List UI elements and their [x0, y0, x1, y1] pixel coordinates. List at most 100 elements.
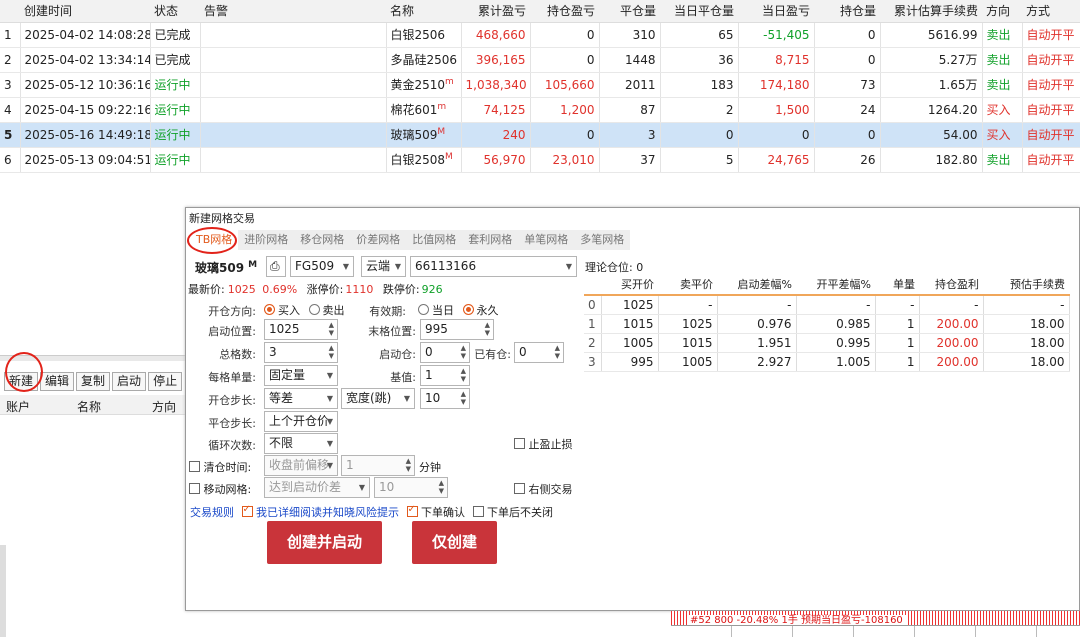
copy-button[interactable]: 复制 — [76, 372, 111, 391]
table-row[interactable]: 2 2025-04-02 13:34:14 已完成 多晶硅2506 396,165 0 14… — [0, 47, 1080, 73]
preview-row[interactable]: 1 1015 1025 0.976 0.985 1 200.00 18.00 — [584, 314, 1070, 334]
edit-button[interactable]: 编辑 — [40, 372, 75, 391]
confirm-checkbox[interactable] — [406, 504, 418, 517]
tab-move-grid[interactable]: 移仓网格 — [294, 230, 350, 250]
contract-select[interactable]: FG509 ▼ — [290, 256, 354, 277]
tab-ratio-grid[interactable]: 比值网格 — [406, 230, 462, 250]
table-row[interactable]: 4 2025-04-15 09:22:16 运行中 棉花601m 74,125 1,200… — [0, 97, 1080, 123]
cell-mode: 自动开平 — [1022, 147, 1080, 173]
start-hold-input[interactable]: 0 ▲ ▼ — [420, 342, 470, 363]
right-trade-checkbox[interactable] — [514, 483, 525, 494]
contract-mark: M — [445, 152, 453, 162]
cell-fee-text: 54.00 — [943, 127, 978, 142]
clear-value-input[interactable]: 1 ▲ ▼ — [341, 455, 415, 476]
create-start-button[interactable]: 创建并启动 — [267, 521, 382, 564]
account-select[interactable]: 66113166 ▼ — [410, 256, 577, 277]
col-pos-pnl[interactable]: 持仓盈亏 — [530, 0, 599, 23]
col-alert[interactable]: 告警 — [200, 0, 386, 23]
per-qty-select[interactable]: 固定量 ▼ — [264, 365, 338, 386]
base-input[interactable]: 1 ▲ ▼ — [420, 365, 470, 386]
cell-mode: 自动开平 — [1022, 47, 1080, 73]
preview-col-3[interactable]: 启动差幅% — [717, 273, 796, 296]
table-row[interactable]: 5 2025-05-16 14:49:18 运行中 玻璃509M 240 0 3 0 0 0 54.… — [0, 122, 1080, 148]
stop-checkbox[interactable] — [514, 438, 525, 449]
sell-radio[interactable] — [308, 304, 320, 315]
cell-create-time: 2025-05-13 09:04:51 — [20, 147, 151, 173]
preview-col-5[interactable]: 单量 — [875, 273, 919, 296]
preview-row[interactable]: 2 1005 1015 1.951 0.995 1 200.00 18.00 — [584, 333, 1070, 353]
cell-alert — [200, 47, 387, 73]
tab-single-grid[interactable]: 单笔网格 — [518, 230, 574, 250]
move-value-input[interactable]: 10 ▲ ▼ — [374, 477, 448, 498]
close-step-select[interactable]: 上个开仓价 ▼ — [264, 411, 338, 432]
col-mode[interactable]: 方式 — [1022, 0, 1080, 23]
end-pos-label: 末格位置: — [368, 325, 416, 338]
cell-pos-pnl: 0 — [530, 122, 600, 148]
preview-col-0[interactable] — [584, 273, 601, 296]
table-row[interactable]: 1 2025-04-02 14:08:28 已完成 白银2506 468,660 0 310… — [0, 22, 1080, 48]
cell-pos-pnl-text: 0 — [586, 52, 595, 67]
start-pos-input[interactable]: 1025 ▲ ▼ — [264, 319, 338, 340]
dialog-tabs: TB网格 进阶网格 移仓网格 价差网格 比值网格 套利网格 单笔网格 多笔网格 — [190, 230, 631, 250]
cell-day-pnl-text: 8,715 — [775, 52, 810, 67]
left-col-account[interactable]: 账户 — [6, 398, 30, 415]
col-day-pnl[interactable]: 当日盈亏 — [738, 0, 814, 23]
server-select[interactable]: 云端 ▼ — [361, 256, 406, 277]
tab-advanced-grid[interactable]: 进阶网格 — [238, 230, 294, 250]
loop-select[interactable]: 不限 ▼ — [264, 433, 338, 454]
tab-multi-grid[interactable]: 多笔网格 — [574, 230, 630, 250]
tab-arbitrage-grid[interactable]: 套利网格 — [462, 230, 518, 250]
move-mode-select[interactable]: 达到启动价差 ▼ — [264, 477, 370, 498]
preview-row[interactable]: 0 1025- - - - - - — [584, 295, 1070, 315]
col-direction[interactable]: 方向 — [982, 0, 1022, 23]
left-col-name[interactable]: 名称 — [77, 398, 101, 415]
preview-col-2[interactable]: 卖平价 — [658, 273, 717, 296]
tab-spread-grid[interactable]: 价差网格 — [350, 230, 406, 250]
open-step-select[interactable]: 等差 ▼ — [264, 388, 338, 409]
buy-radio[interactable] — [264, 304, 275, 315]
cell-total-pnl: 468,660 — [461, 22, 531, 48]
preview-col-1[interactable]: 买开价 — [601, 273, 658, 296]
start-pos-label: 启动位置: — [208, 325, 256, 338]
col-closed[interactable]: 平仓量 — [599, 0, 660, 23]
clear-mode-select[interactable]: 收盘前偏移 ▼ — [264, 455, 338, 476]
preview-cell: 18.00 — [983, 333, 1070, 353]
table-row[interactable]: 6 2025-05-13 09:04:51 运行中 白银2508M 56,970 23,0… — [0, 147, 1080, 173]
preview-row[interactable]: 3 995 1005 2.927 1.005 1 200.00 18.00 — [584, 352, 1070, 372]
noclose-checkbox[interactable] — [472, 506, 484, 517]
preview-col-6[interactable]: 持仓盈利 — [919, 273, 983, 296]
width-input[interactable]: 10 ▲ ▼ — [420, 388, 470, 409]
highlight-circle-tab — [187, 227, 237, 254]
width-mode-select[interactable]: 宽度(跳) ▼ — [341, 388, 415, 409]
cell-pos-pnl: 105,660 — [530, 72, 600, 98]
forever-radio[interactable] — [462, 304, 474, 315]
col-status[interactable]: 状态 — [150, 0, 200, 23]
table-row[interactable]: 3 2025-05-12 10:36:16 运行中 黄金2510m 1,038,340 1… — [0, 72, 1080, 98]
col-name[interactable]: 名称 — [386, 0, 461, 23]
today-radio[interactable] — [418, 304, 429, 315]
cell-direction-text: 卖出 — [986, 28, 1011, 42]
left-col-direction[interactable]: 方向 — [152, 398, 176, 415]
move-checkbox[interactable] — [189, 483, 200, 494]
cell-index-text: 1 — [4, 27, 12, 42]
col-create-time[interactable]: 创建时间 — [20, 0, 150, 23]
col-index[interactable] — [0, 0, 20, 23]
lock-icon[interactable]: ⎙ — [266, 256, 286, 277]
has-hold-input[interactable]: 0 ▲ ▼ — [514, 342, 564, 363]
clear-checkbox[interactable] — [189, 461, 200, 472]
trade-rules-link[interactable]: 交易规则 — [190, 506, 234, 519]
end-pos-input[interactable]: 995 ▲ ▼ — [420, 319, 494, 340]
create-only-button[interactable]: 仅创建 — [412, 521, 497, 564]
read-checkbox[interactable] — [241, 504, 253, 517]
cell-pos-pnl: 1,200 — [530, 97, 600, 123]
start-button[interactable]: 启动 — [112, 372, 147, 391]
preview-col-4[interactable]: 开平差幅% — [796, 273, 875, 296]
preview-col-7[interactable]: 预估手续费 — [983, 273, 1069, 296]
col-total-pnl[interactable]: 累计盈亏 — [461, 0, 530, 23]
total-input[interactable]: 3 ▲ ▼ — [264, 342, 338, 363]
cell-status: 已完成 — [150, 47, 201, 73]
col-day-closed[interactable]: 当日平仓量 — [660, 0, 738, 23]
col-fee[interactable]: 累计估算手续费 — [880, 0, 982, 23]
col-pos[interactable]: 持仓量 — [814, 0, 880, 23]
stop-button[interactable]: 停止 — [148, 372, 183, 391]
